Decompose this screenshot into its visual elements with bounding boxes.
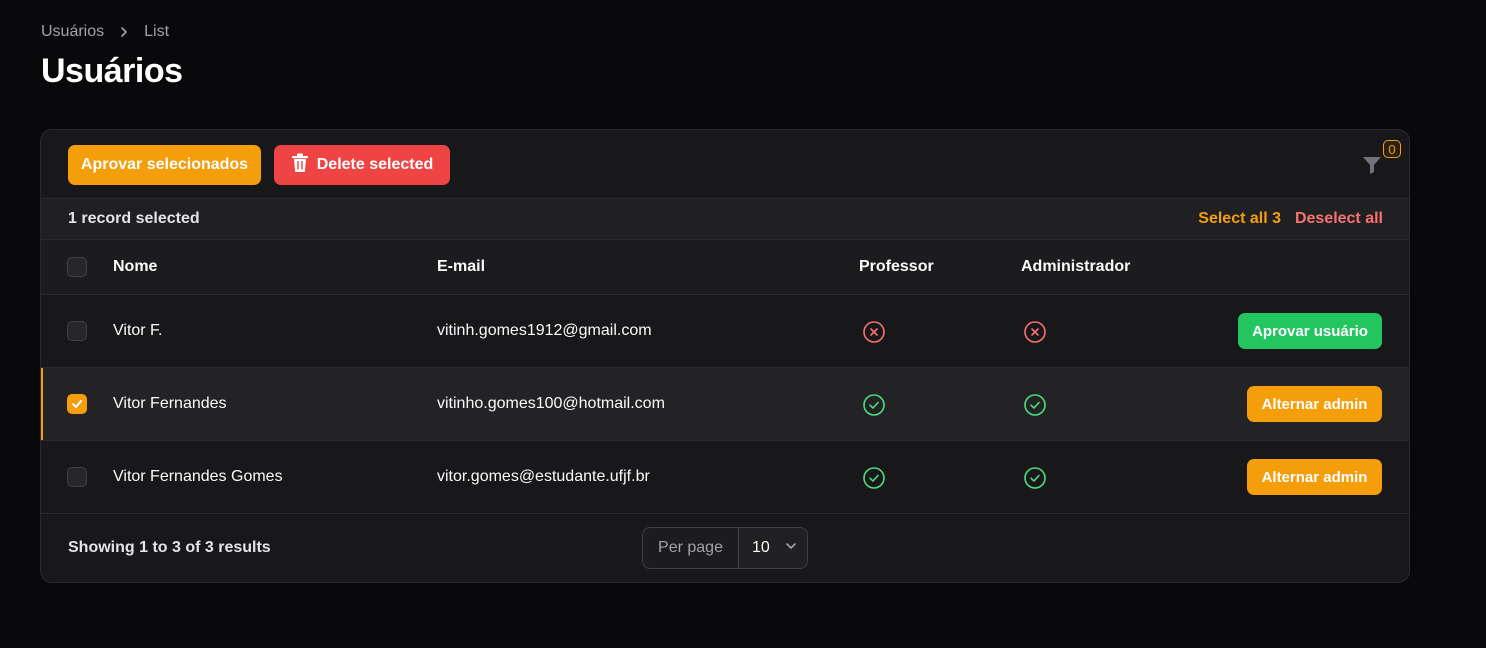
user-name: Vitor Fernandes [113, 395, 227, 412]
approve-selected-button[interactable]: Aprovar selecionados [68, 145, 261, 185]
approve-selected-label: Aprovar selecionados [80, 156, 249, 173]
filter-icon[interactable] [1359, 152, 1385, 178]
breadcrumb: Usuários List [41, 23, 169, 41]
toggle-admin-label: Alternar admin [1261, 468, 1368, 486]
filter-count-badge: 0 [1383, 140, 1401, 158]
chevron-right-icon [116, 24, 132, 40]
row-checkbox[interactable] [67, 321, 87, 341]
delete-selected-button[interactable]: Delete selected [274, 145, 450, 185]
toggle-admin-button[interactable]: Alternar admin [1247, 386, 1382, 422]
chevron-down-icon [784, 539, 798, 558]
per-page-label: Per page [643, 528, 739, 568]
pagination-summary: Showing 1 to 3 of 3 results [68, 539, 271, 556]
row-checkbox[interactable] [67, 467, 87, 487]
select-all-checkbox[interactable] [67, 257, 87, 277]
column-header-nome[interactable]: Nome [113, 258, 157, 276]
column-header-administrador[interactable]: Administrador [1021, 258, 1130, 276]
selection-bar: 1 record selected Select all 3 Deselect … [41, 199, 1409, 240]
user-email: vitinho.gomes100@hotmail.com [437, 395, 665, 412]
table-toolbar: Aprovar selecionados Delete selected 0 [41, 130, 1409, 199]
column-header-professor[interactable]: Professor [859, 258, 934, 276]
breadcrumb-current: List [144, 23, 170, 40]
check-circle-icon [862, 466, 886, 490]
user-email: vitinh.gomes1912@gmail.com [437, 322, 652, 339]
x-circle-icon [862, 320, 886, 344]
per-page-control: Per page 10 [642, 527, 808, 569]
toggle-admin-button[interactable]: Alternar admin [1247, 459, 1382, 495]
user-name: Vitor F. [113, 322, 163, 339]
delete-selected-label: Delete selected [316, 156, 434, 173]
user-name: Vitor Fernandes Gomes [113, 468, 283, 485]
row-checkbox-checked[interactable] [67, 394, 87, 414]
deselect-all-link[interactable]: Deselect all [1295, 210, 1383, 228]
select-all-link[interactable]: Select all 3 [1198, 210, 1281, 228]
check-icon [72, 400, 82, 408]
check-circle-icon [862, 393, 886, 417]
table-row[interactable]: Vitor F. vitinh.gomes1912@gmail.com Apro… [41, 295, 1409, 368]
approve-user-button[interactable]: Aprovar usuário [1238, 313, 1382, 349]
toggle-admin-label: Alternar admin [1261, 395, 1368, 413]
check-circle-icon [1023, 466, 1047, 490]
selected-count: 1 record selected [68, 210, 200, 227]
check-circle-icon [1023, 393, 1047, 417]
users-table-card: Aprovar selecionados Delete selected 0 1… [40, 129, 1410, 583]
table-header: Nome E-mail Professor Administrador [41, 240, 1409, 295]
per-page-value: 10 [752, 539, 770, 556]
column-header-email[interactable]: E-mail [437, 258, 485, 276]
table-row[interactable]: Vitor Fernandes Gomes vitor.gomes@estuda… [41, 441, 1409, 514]
page-title: Usuários [41, 52, 183, 90]
x-circle-icon [1023, 320, 1047, 344]
approve-user-label: Aprovar usuário [1252, 322, 1368, 340]
per-page-select[interactable]: 10 [739, 528, 807, 568]
user-email: vitor.gomes@estudante.ufjf.br [437, 468, 650, 485]
breadcrumb-parent-link[interactable]: Usuários [41, 23, 104, 41]
table-footer: Showing 1 to 3 of 3 results Per page 10 [41, 514, 1409, 582]
table-row[interactable]: Vitor Fernandes vitinho.gomes100@hotmail… [41, 368, 1409, 441]
trash-icon [291, 153, 309, 178]
